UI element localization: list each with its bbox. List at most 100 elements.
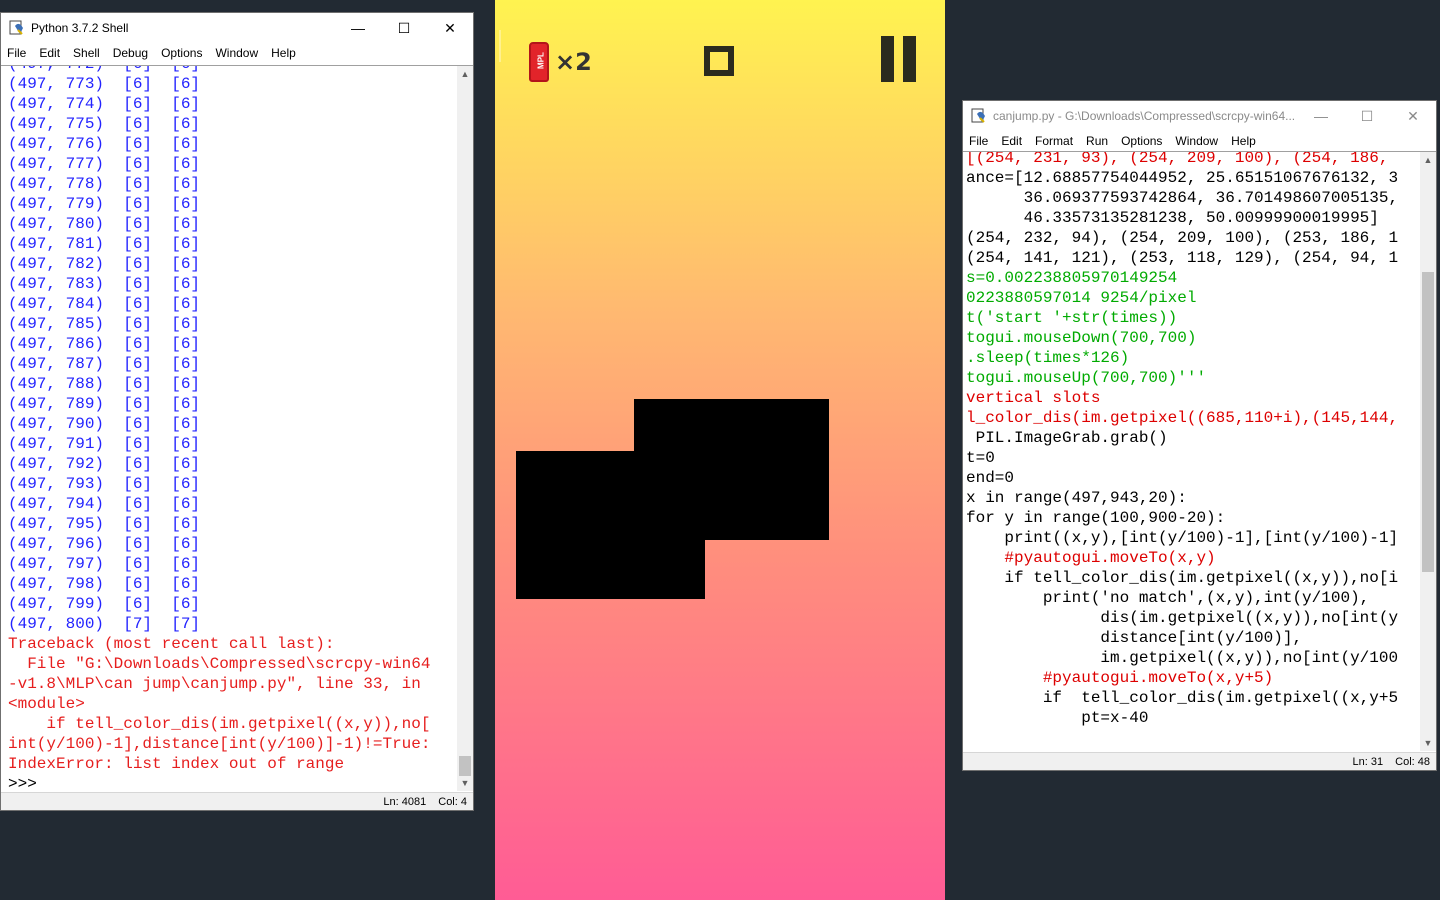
shell-output-line: (497, 794) [6] [6]: [8, 495, 201, 513]
code-line: togui.mouseDown(700,700): [966, 329, 1197, 347]
code-line: .sleep(times*126): [966, 349, 1130, 367]
traceback-line: -v1.8\MLP\can jump\canjump.py", line 33,…: [8, 675, 421, 693]
code-line: end=0: [966, 469, 1015, 487]
close-icon[interactable]: ✕: [1390, 101, 1436, 131]
shell-title: Python 3.7.2 Shell: [31, 21, 129, 35]
shell-scrollbar[interactable]: ▲ ▼: [457, 66, 473, 791]
shell-output-line: (497, 777) [6] [6]: [8, 155, 201, 173]
square-icon[interactable]: [704, 46, 734, 76]
pause-icon[interactable]: [881, 36, 917, 82]
shell-output-line: (497, 774) [6] [6]: [8, 95, 201, 113]
editor-statusbar: Ln: 31 Col: 48: [963, 752, 1436, 770]
code-line: s=0.002238805970149254: [966, 269, 1178, 287]
code-line: 46.33573135281238, 50.00999900019995]: [966, 209, 1379, 227]
editor-title: canjump.py - G:\Downloads\Compressed\scr…: [993, 109, 1296, 123]
code-line: vertical slots: [966, 389, 1101, 407]
editor-menubar: File Edit Format Run Options Window Help: [963, 131, 1436, 151]
shell-output-line: (497, 798) [6] [6]: [8, 575, 201, 593]
status-line: Ln: 4081: [383, 795, 427, 808]
scroll-down-icon[interactable]: ▼: [457, 775, 473, 791]
code-line: 36.069377593742864, 36.701498607005135,: [966, 189, 1399, 207]
menu-file[interactable]: File: [7, 46, 26, 60]
scroll-thumb[interactable]: [1422, 272, 1434, 572]
python-idle-icon: [9, 20, 25, 36]
shell-text-area[interactable]: (497, 772) [6] [6](497, 773) [6] [6] (497…: [1, 65, 473, 791]
menu-file[interactable]: File: [969, 134, 988, 148]
shell-output-line: (497, 800) [7] [7]: [8, 615, 201, 633]
code-line: if tell_color_dis(im.getpixel((x,y)),no[…: [966, 569, 1399, 587]
can-label: MPL: [536, 52, 546, 69]
shell-output-line: (497, 791) [6] [6]: [8, 435, 201, 453]
menu-debug[interactable]: Debug: [113, 46, 148, 60]
minimize-icon[interactable]: —: [335, 13, 381, 43]
shell-output-line: (497, 792) [6] [6]: [8, 455, 201, 473]
status-col: Col: 48: [1395, 755, 1430, 768]
edge-highlight: [499, 30, 501, 62]
menu-shell[interactable]: Shell: [73, 46, 100, 60]
shell-output-line: (497, 786) [6] [6]: [8, 335, 201, 353]
menu-run[interactable]: Run: [1086, 134, 1108, 148]
shell-prompt[interactable]: >>>: [8, 774, 430, 791]
editor-titlebar[interactable]: canjump.py - G:\Downloads\Compressed\scr…: [963, 101, 1436, 131]
menu-options[interactable]: Options: [161, 46, 202, 60]
scroll-down-icon[interactable]: ▼: [1420, 735, 1436, 751]
code-line: 0223880597014 9254/pixel: [966, 289, 1197, 307]
traceback-line: if tell_color_dis(im.getpixel((x,y)),no[: [8, 715, 431, 733]
shell-output-line: (497, 779) [6] [6]: [8, 195, 201, 213]
menu-window[interactable]: Window: [1175, 134, 1218, 148]
code-line: x in range(497,943,20):: [966, 489, 1187, 507]
shell-titlebar[interactable]: Python 3.7.2 Shell — ☐ ✕: [1, 13, 473, 43]
code-line: if tell_color_dis(im.getpixel((x,y+5: [966, 689, 1399, 707]
shell-output-line: (497, 799) [6] [6]: [8, 595, 201, 613]
shell-menubar: File Edit Shell Debug Options Window Hel…: [1, 43, 473, 63]
python-shell-window: Python 3.7.2 Shell — ☐ ✕ File Edit Shell…: [0, 12, 474, 811]
shell-output-line: (497, 778) [6] [6]: [8, 175, 201, 193]
editor-text-area[interactable]: [(254, 231, 93), (254, 209, 100), (254, …: [963, 151, 1436, 751]
close-icon[interactable]: ✕: [427, 13, 473, 43]
code-line: t('start '+str(times)): [966, 309, 1178, 327]
shell-output-line: (497, 795) [6] [6]: [8, 515, 201, 533]
code-line: for y in range(100,900-20):: [966, 509, 1226, 527]
scroll-up-icon[interactable]: ▲: [1420, 152, 1436, 168]
python-idle-icon: [971, 108, 987, 124]
traceback-line: Traceback (most recent call last):: [8, 635, 335, 653]
scroll-thumb[interactable]: [459, 756, 471, 776]
shell-output-line: (497, 790) [6] [6]: [8, 415, 201, 433]
minimize-icon[interactable]: —: [1298, 101, 1344, 131]
shell-output-line: (497, 793) [6] [6]: [8, 475, 201, 493]
shell-output-line: (497, 781) [6] [6]: [8, 235, 201, 253]
code-line: print((x,y),[int(y/100)-1],[int(y/100)-1…: [966, 529, 1399, 547]
shell-output-line: (497, 783) [6] [6]: [8, 275, 201, 293]
maximize-icon[interactable]: ☐: [381, 13, 427, 43]
code-line: (254, 141, 121), (253, 118, 129), (254, …: [966, 249, 1399, 267]
menu-window[interactable]: Window: [215, 46, 258, 60]
menu-edit[interactable]: Edit: [1001, 134, 1022, 148]
code-line: [(254, 231, 93), (254, 209, 100), (254, …: [966, 151, 1389, 167]
code-line: togui.mouseUp(700,700)''': [966, 369, 1207, 387]
scroll-up-icon[interactable]: ▲: [457, 66, 473, 82]
shell-output-line: (497, 784) [6] [6]: [8, 295, 201, 313]
traceback-line: int(y/100)-1],distance[int(y/100)]-1)!=T…: [8, 735, 431, 753]
game-screen[interactable]: MPL ×2: [495, 0, 945, 900]
redacted-block: [516, 451, 705, 599]
code-line: im.getpixel((x,y)),no[int(y/100: [966, 649, 1399, 667]
menu-help[interactable]: Help: [271, 46, 296, 60]
shell-output-line: (497, 796) [6] [6]: [8, 535, 201, 553]
menu-format[interactable]: Format: [1035, 134, 1073, 148]
code-line: ance=[12.68857754044952, 25.651510676761…: [966, 169, 1399, 187]
editor-scrollbar[interactable]: ▲ ▼: [1420, 152, 1436, 751]
shell-output-line: (497, 787) [6] [6]: [8, 355, 201, 373]
shell-output-line: (497, 773) [6] [6]: [8, 75, 201, 93]
menu-options[interactable]: Options: [1121, 134, 1162, 148]
code-line: #pyautogui.moveTo(x,y): [966, 549, 1216, 567]
traceback-line: <module>: [8, 695, 85, 713]
shell-output-line: (497, 782) [6] [6]: [8, 255, 201, 273]
menu-edit[interactable]: Edit: [39, 46, 60, 60]
traceback-line: File "G:\Downloads\Compressed\scrcpy-win…: [8, 655, 431, 673]
code-line: pt=x-40: [966, 709, 1149, 727]
shell-output-line: (497, 797) [6] [6]: [8, 555, 201, 573]
shell-output-line: (497, 780) [6] [6]: [8, 215, 201, 233]
maximize-icon[interactable]: ☐: [1344, 101, 1390, 131]
menu-help[interactable]: Help: [1231, 134, 1256, 148]
